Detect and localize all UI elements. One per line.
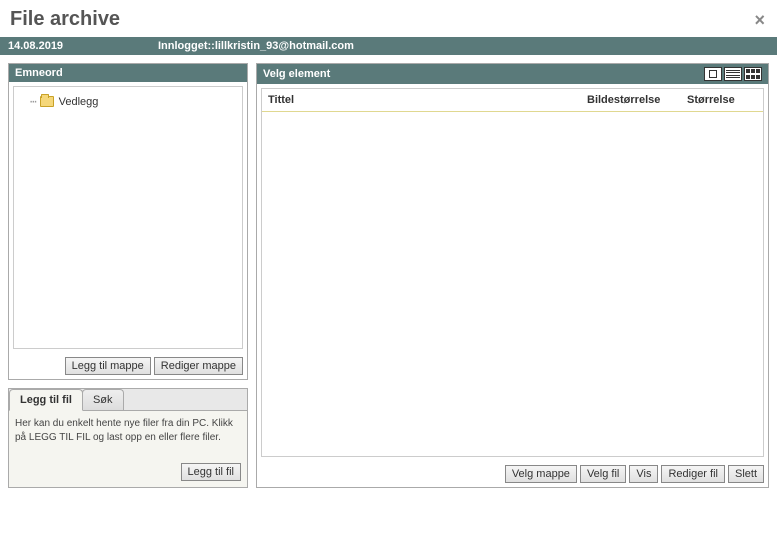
page-title: File archive <box>10 8 120 31</box>
element-panel: Velg element Tittel Bildestørrelse Størr… <box>256 63 769 488</box>
status-bar: 14.08.2019 Innlogget::lillkristin_93@hot… <box>0 37 777 55</box>
col-header-title[interactable]: Tittel <box>268 94 587 106</box>
view-list-icon[interactable] <box>724 67 742 81</box>
folder-tree[interactable]: ⋯ Vedlegg <box>13 86 243 349</box>
tab-search[interactable]: Søk <box>82 389 124 410</box>
edit-folder-button[interactable]: Rediger mappe <box>154 357 243 375</box>
tree-item-label: Vedlegg <box>59 96 99 108</box>
dialog-header: File archive × <box>0 0 777 37</box>
view-grid-icon[interactable] <box>744 67 762 81</box>
edit-file-button[interactable]: Rediger fil <box>661 465 725 483</box>
col-header-image-size[interactable]: Bildestørrelse <box>587 94 687 106</box>
add-file-button[interactable]: Legg til fil <box>181 463 241 481</box>
close-icon[interactable]: × <box>754 11 765 29</box>
tree-connector-icon: ⋯ <box>30 95 37 108</box>
select-folder-button[interactable]: Velg mappe <box>505 465 577 483</box>
element-panel-title: Velg element <box>263 68 330 80</box>
view-toggle-group <box>704 67 762 81</box>
keywords-panel-title: Emneord <box>15 67 63 79</box>
col-header-size[interactable]: Størrelse <box>687 94 757 106</box>
keywords-panel: Emneord ⋯ Vedlegg Legg til mappe Rediger… <box>8 63 248 380</box>
select-file-button[interactable]: Velg fil <box>580 465 626 483</box>
tree-item-vedlegg[interactable]: ⋯ Vedlegg <box>20 93 236 110</box>
view-large-icon[interactable] <box>704 67 722 81</box>
folder-icon <box>40 96 54 107</box>
tab-bar: Legg til fil Søk <box>9 389 247 411</box>
status-login: Innlogget::lillkristin_93@hotmail.com <box>158 40 354 52</box>
help-text: Her kan du enkelt hente nye filer fra di… <box>15 417 241 445</box>
element-table: Tittel Bildestørrelse Størrelse <box>261 88 764 457</box>
add-folder-button[interactable]: Legg til mappe <box>65 357 151 375</box>
tab-add-file[interactable]: Legg til fil <box>9 389 83 411</box>
table-header-row: Tittel Bildestørrelse Størrelse <box>262 89 763 112</box>
delete-button[interactable]: Slett <box>728 465 764 483</box>
status-date: 14.08.2019 <box>8 40 158 52</box>
add-file-panel: Legg til fil Søk Her kan du enkelt hente… <box>8 388 248 488</box>
show-button[interactable]: Vis <box>629 465 658 483</box>
